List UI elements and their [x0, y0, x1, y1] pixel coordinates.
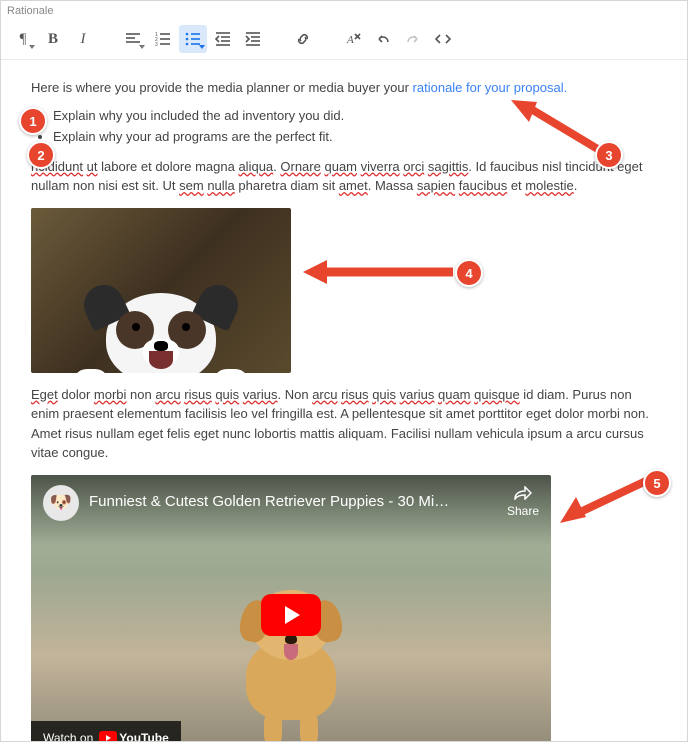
- rationale-link[interactable]: rationale for your proposal.: [413, 80, 568, 95]
- watch-on-youtube[interactable]: Watch on YouTube: [31, 721, 181, 742]
- outdent-button[interactable]: [209, 25, 237, 53]
- link-button[interactable]: [289, 25, 317, 53]
- youtube-logo: YouTube: [99, 729, 169, 742]
- indent-button[interactable]: [239, 25, 267, 53]
- code-view-button[interactable]: [429, 25, 457, 53]
- annotation-arrow-4: [303, 257, 463, 287]
- editor-panel: Rationale ¶ B I 123 A Here is where you …: [0, 0, 688, 742]
- annotation-arrow-5: [556, 473, 656, 528]
- svg-text:3: 3: [155, 42, 158, 47]
- video-embed[interactable]: 🐶 Funniest & Cutest Golden Retriever Pup…: [31, 475, 551, 742]
- panel-title: Rationale: [1, 1, 687, 19]
- svg-text:A: A: [346, 34, 354, 46]
- inline-image[interactable]: [31, 208, 291, 373]
- share-button[interactable]: Share: [507, 486, 539, 520]
- video-title: Funniest & Cutest Golden Retriever Puppi…: [89, 491, 497, 514]
- puppy-illustration: [246, 640, 336, 720]
- annotation-badge-1: 1: [19, 107, 47, 135]
- ordered-list-button[interactable]: 123: [149, 25, 177, 53]
- toolbar: ¶ B I 123 A: [1, 19, 687, 60]
- annotation-badge-4: 4: [455, 259, 483, 287]
- undo-button[interactable]: [369, 25, 397, 53]
- intro-paragraph: Here is where you provide the media plan…: [31, 78, 657, 98]
- unordered-list-button[interactable]: [179, 25, 207, 53]
- italic-button[interactable]: I: [69, 25, 97, 53]
- paragraph-format-button[interactable]: ¶: [9, 25, 37, 53]
- share-icon: [514, 486, 532, 500]
- clear-formatting-button[interactable]: A: [339, 25, 367, 53]
- annotation-badge-2: 2: [27, 141, 55, 169]
- annotation-badge-5: 5: [643, 469, 671, 497]
- channel-avatar[interactable]: 🐶: [43, 485, 79, 521]
- body-paragraph-2: Eget dolor morbi non arcu risus quis var…: [31, 385, 657, 463]
- bold-button[interactable]: B: [39, 25, 67, 53]
- body-paragraph-1: ncididunt ut labore et dolore magna aliq…: [31, 157, 657, 196]
- redo-button[interactable]: [399, 25, 427, 53]
- editor-content[interactable]: Here is where you provide the media plan…: [1, 60, 687, 742]
- annotation-badge-3: 3: [595, 141, 623, 169]
- play-button[interactable]: [261, 594, 321, 636]
- dog-illustration: [106, 293, 216, 373]
- align-button[interactable]: [119, 25, 147, 53]
